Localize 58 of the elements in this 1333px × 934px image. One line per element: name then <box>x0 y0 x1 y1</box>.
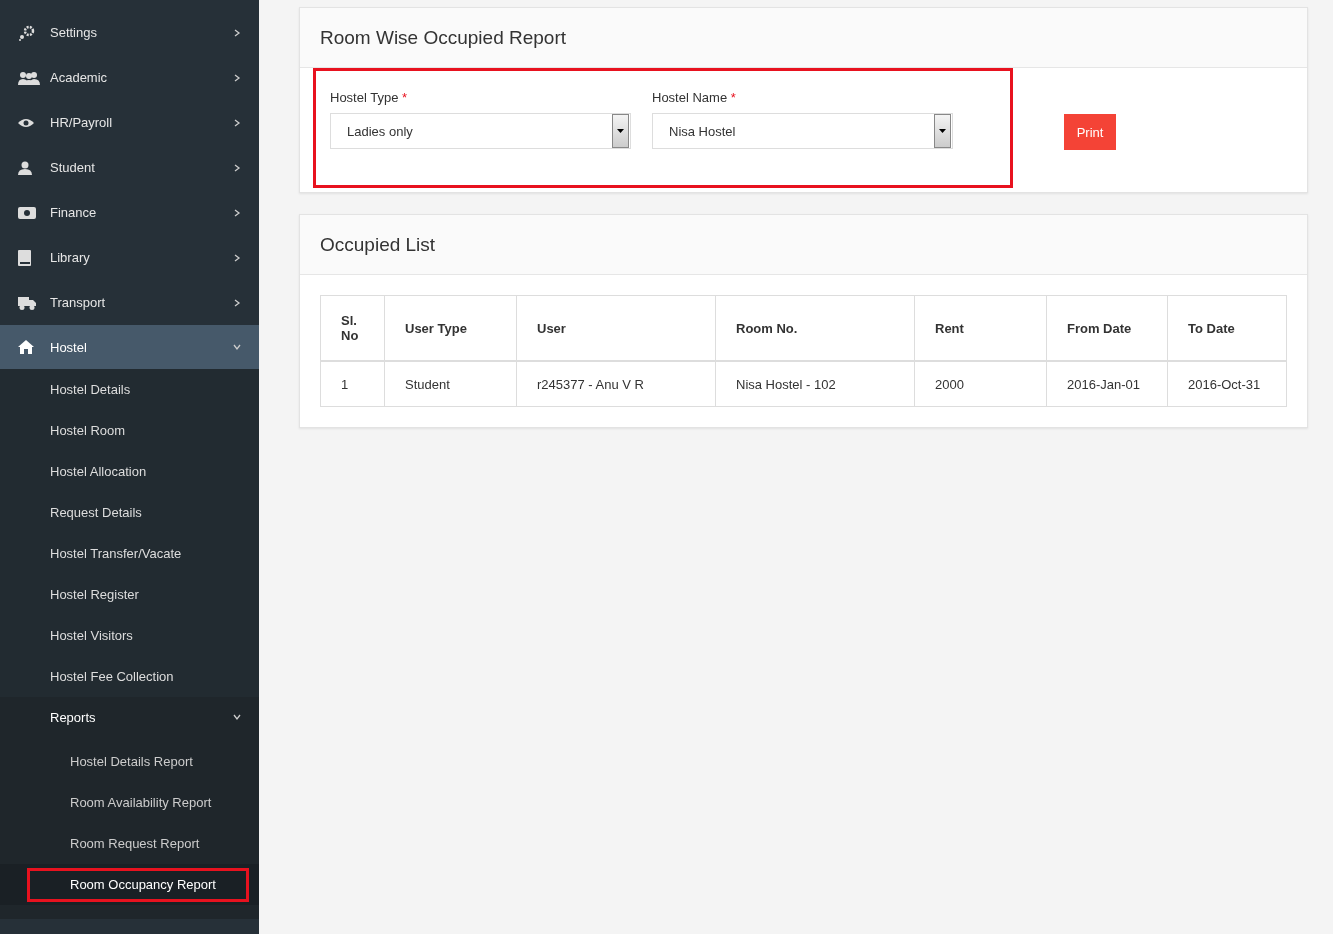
sidebar-subitem[interactable]: Hostel Details Report <box>70 754 193 769</box>
column-header: Sl. No <box>320 295 385 361</box>
chevron-icon <box>233 163 241 172</box>
column-header: From Date <box>1046 295 1168 361</box>
print-button[interactable]: Print <box>1064 114 1116 150</box>
column-header: User Type <box>384 295 517 361</box>
sidebar-subitem[interactable]: Hostel Fee Collection <box>0 656 259 697</box>
table-cell: 2016-Jan-01 <box>1046 361 1168 407</box>
sidebar-subitem[interactable]: Hostel Visitors <box>0 615 259 656</box>
sidebar-subitem[interactable]: Reports <box>0 697 259 737</box>
sidebar-item[interactable]: Settings <box>0 10 259 55</box>
card-title: Occupied List <box>320 233 436 256</box>
sidebar-subitem[interactable]: Room Availability Report <box>70 795 212 810</box>
table-cell: Nisa Hostel - 102 <box>715 361 915 407</box>
chevron-icon <box>233 298 241 307</box>
sidebar-item[interactable]: Library <box>0 235 259 280</box>
sidebar-subitem[interactable]: Room Request Report <box>70 836 200 851</box>
chevron-icon <box>233 28 241 37</box>
column-header: To Date <box>1167 295 1287 361</box>
table-cell: Student <box>384 361 517 407</box>
select-field[interactable]: Nisa Hostel <box>652 113 953 149</box>
sidebar-subitem[interactable]: Hostel Details <box>0 369 259 410</box>
sidebar-subitem[interactable]: Hostel Allocation <box>0 451 259 492</box>
sidebar-subitem[interactable]: Hostel Room <box>0 410 259 451</box>
sidebar-subitem[interactable]: Hostel Register <box>0 574 259 615</box>
chevron-icon <box>233 253 241 262</box>
eye-icon <box>18 117 34 128</box>
book-icon <box>18 249 31 266</box>
sidebar-subitem[interactable]: Request Details <box>0 492 259 533</box>
field-label: Hostel Name * <box>652 90 737 105</box>
truck-icon <box>18 295 36 310</box>
sidebar-item[interactable]: Finance <box>0 190 259 235</box>
table-cell: r245377 - Anu V R <box>516 361 716 407</box>
select-field[interactable]: Ladies only <box>330 113 631 149</box>
gears-icon <box>18 24 36 41</box>
sidebar-item[interactable]: Student <box>0 145 259 190</box>
home-icon <box>18 340 34 354</box>
users-icon <box>18 70 40 85</box>
table-cell: 2000 <box>914 361 1047 407</box>
card-title: Room Wise Occupied Report <box>320 26 567 49</box>
sidebar-subitem[interactable]: Hostel Transfer/Vacate <box>0 533 259 574</box>
table-cell: 1 <box>320 361 385 407</box>
sidebar-item[interactable]: HR/Payroll <box>0 100 259 145</box>
money-icon <box>18 206 36 219</box>
chevron-icon <box>233 208 241 217</box>
chevron-icon <box>233 118 241 127</box>
column-header: Rent <box>914 295 1047 361</box>
chevron-icon <box>233 343 241 351</box>
sidebar-item[interactable]: Academic <box>0 55 259 100</box>
user-icon <box>18 160 32 175</box>
column-header: Room No. <box>715 295 915 361</box>
column-header: User <box>516 295 716 361</box>
chevron-icon <box>233 73 241 82</box>
field-label: Hostel Type * <box>330 90 409 105</box>
sidebar-item[interactable]: Transport <box>0 280 259 325</box>
table-cell: 2016-Oct-31 <box>1167 361 1287 407</box>
chevron-icon <box>233 713 241 721</box>
sidebar-item[interactable]: Hostel <box>0 325 259 369</box>
